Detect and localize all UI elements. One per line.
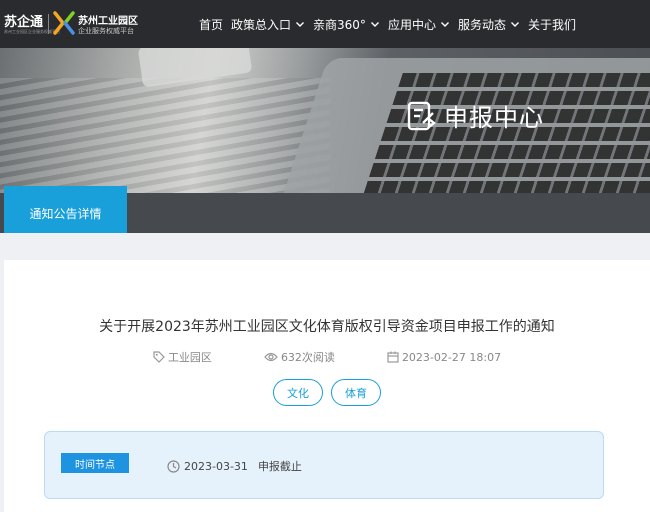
- nav-item-service-news[interactable]: 服务动态: [458, 16, 520, 33]
- nav-item-policy[interactable]: 政策总入口: [231, 16, 305, 33]
- section-tab-strip: 通知公告详情: [0, 186, 650, 233]
- site-logo[interactable]: 苏企通 苏州工业园区企业服务权威平台 苏州工业园区 企业服务权威平台: [4, 8, 138, 40]
- nav-item-label: 政策总入口: [231, 17, 292, 32]
- logo-park-subtitle: 企业服务权威平台: [78, 27, 134, 35]
- main-nav: 首页 政策总入口 亲商360° 应用中心 服务动态 关于我们: [195, 0, 580, 48]
- park-logo-icon: [53, 11, 75, 35]
- nav-item-about-us[interactable]: 关于我们: [528, 16, 576, 33]
- nav-item-label: 首页: [199, 17, 224, 32]
- hero-banner: 申报中心: [0, 48, 650, 193]
- nav-item-label: 亲商360°: [313, 17, 366, 32]
- logo-brand-text: 苏企通: [4, 15, 44, 30]
- nav-item-label: 关于我们: [527, 17, 576, 32]
- document-edit-icon: [407, 101, 436, 130]
- banner-keyboard-image: [357, 73, 650, 193]
- top-navigation-bar: 苏企通 苏州工业园区企业服务权威平台 苏州工业园区 企业服务权威平台 首页 政策…: [0, 0, 650, 48]
- nav-item-home[interactable]: 首页: [199, 16, 223, 33]
- article-source: 工业园区: [153, 349, 212, 365]
- chevron-down-icon: [440, 22, 449, 27]
- logo-park-name: 苏州工业园区: [78, 16, 138, 27]
- timeline-date: 2023-03-31: [184, 459, 248, 473]
- banner-background-texture: [0, 78, 330, 193]
- nav-item-business-360[interactable]: 亲商360°: [313, 16, 380, 33]
- article-date: 2023-02-27 18:07: [387, 349, 501, 365]
- article-views: 632次阅读: [264, 349, 335, 365]
- tag-culture[interactable]: 文化: [273, 379, 323, 406]
- banner-title: 申报中心: [406, 98, 544, 133]
- timeline-entry: 2023-03-31 申报截止: [167, 458, 302, 474]
- clock-icon: [167, 459, 180, 473]
- nav-item-label: 应用中心: [387, 17, 436, 32]
- article-card: 关于开展2023年苏州工业园区文化体育版权引导资金项目申报工作的通知 工业园区 …: [4, 260, 650, 512]
- article-source-text: 工业园区: [167, 351, 212, 364]
- calendar-icon: [387, 351, 399, 363]
- banner-title-text: 申报中心: [444, 104, 544, 132]
- nav-item-label: 服务动态: [457, 17, 506, 32]
- timeline-description: 申报截止: [257, 460, 302, 473]
- article-views-text: 632次阅读: [280, 351, 335, 364]
- logo-separator: [48, 14, 49, 34]
- tab-notice-detail[interactable]: 通知公告详情: [4, 186, 127, 233]
- chevron-down-icon: [296, 22, 305, 27]
- tag-icon: [153, 351, 165, 363]
- article-meta: 工业园区 632次阅读 2023-02-27 18:07: [4, 349, 650, 365]
- eye-icon: [264, 352, 278, 362]
- chevron-down-icon: [510, 22, 519, 27]
- timeline-panel: 时间节点 2023-03-31 申报截止: [44, 431, 604, 499]
- chevron-down-icon: [370, 22, 379, 27]
- tag-sports[interactable]: 体育: [331, 379, 381, 406]
- nav-item-app-center[interactable]: 应用中心: [388, 16, 450, 33]
- article-date-text: 2023-02-27 18:07: [401, 350, 502, 364]
- timeline-label: 时间节点: [61, 453, 129, 473]
- article-title: 关于开展2023年苏州工业园区文化体育版权引导资金项目申报工作的通知: [99, 319, 555, 335]
- article-tags: 文化 体育: [4, 379, 650, 406]
